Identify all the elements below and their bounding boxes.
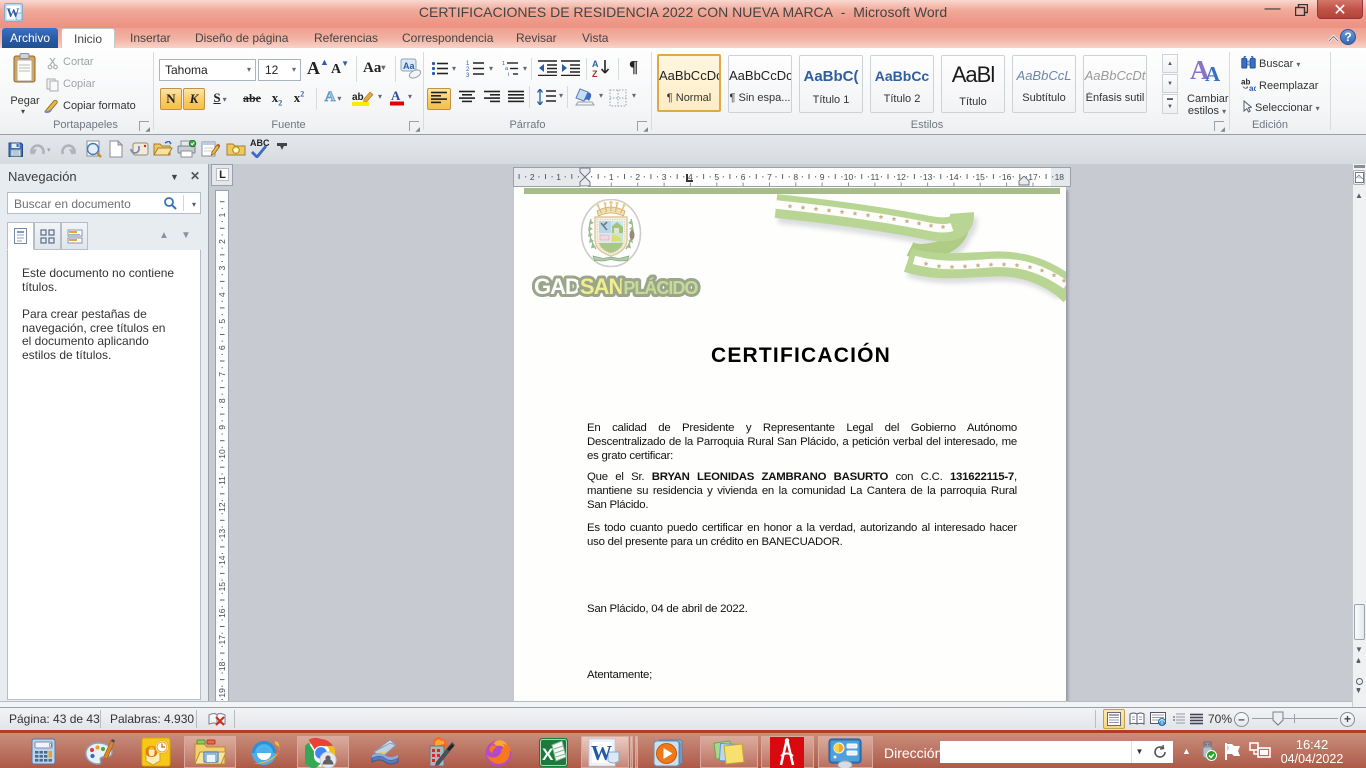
svg-text:3: 3 [217, 265, 227, 270]
svg-text:17: 17 [217, 635, 227, 645]
svg-text:16: 16 [1002, 172, 1012, 182]
svg-text:6: 6 [741, 172, 746, 182]
svg-text:10: 10 [844, 172, 854, 182]
svg-text:15: 15 [975, 172, 985, 182]
svg-text:14: 14 [217, 555, 227, 565]
svg-text:0: 0 [49, 743, 52, 749]
svg-text:W: W [591, 741, 612, 765]
svg-text:8: 8 [217, 398, 227, 403]
svg-text:GADSANPLÁCIDO: GADSANPLÁCIDO [534, 274, 698, 299]
svg-text:ab: ab [352, 92, 364, 103]
svg-text:12: 12 [896, 172, 906, 182]
svg-text:1: 1 [217, 212, 227, 217]
svg-text:i: i [508, 72, 509, 77]
svg-text:5: 5 [217, 319, 227, 324]
svg-text:11: 11 [217, 476, 227, 485]
svg-text:18: 18 [1055, 172, 1065, 182]
svg-text:3: 3 [466, 73, 470, 77]
svg-text:10: 10 [217, 449, 227, 459]
svg-text:11: 11 [870, 172, 879, 182]
svg-text:2: 2 [530, 172, 535, 182]
svg-text:2: 2 [635, 172, 640, 182]
svg-text:15: 15 [217, 582, 227, 592]
svg-text:9: 9 [820, 172, 825, 182]
svg-text:13: 13 [217, 529, 227, 539]
svg-text:A: A [1205, 62, 1221, 86]
svg-text:14: 14 [949, 172, 959, 182]
svg-text:7: 7 [767, 172, 772, 182]
svg-text:7: 7 [217, 372, 227, 377]
svg-text:1: 1 [556, 172, 561, 182]
svg-text:4: 4 [217, 292, 227, 297]
svg-text:Aa: Aa [403, 61, 415, 71]
svg-text:18: 18 [217, 661, 227, 671]
svg-text:8: 8 [793, 172, 798, 182]
svg-text:12: 12 [217, 502, 227, 512]
svg-text:2: 2 [217, 239, 227, 244]
svg-text:19: 19 [217, 688, 227, 698]
svg-text:A: A [391, 88, 401, 103]
svg-text:13: 13 [923, 172, 933, 182]
svg-text:1: 1 [609, 172, 614, 182]
svg-text:A: A [592, 59, 599, 69]
svg-text:X: X [542, 745, 554, 764]
svg-text:9: 9 [217, 425, 227, 430]
svg-text:3: 3 [662, 172, 667, 182]
svg-text:6: 6 [217, 345, 227, 350]
svg-text:Z: Z [592, 69, 598, 78]
svg-text:ac: ac [1249, 84, 1256, 91]
svg-text:16: 16 [217, 608, 227, 618]
svg-text:5: 5 [714, 172, 719, 182]
